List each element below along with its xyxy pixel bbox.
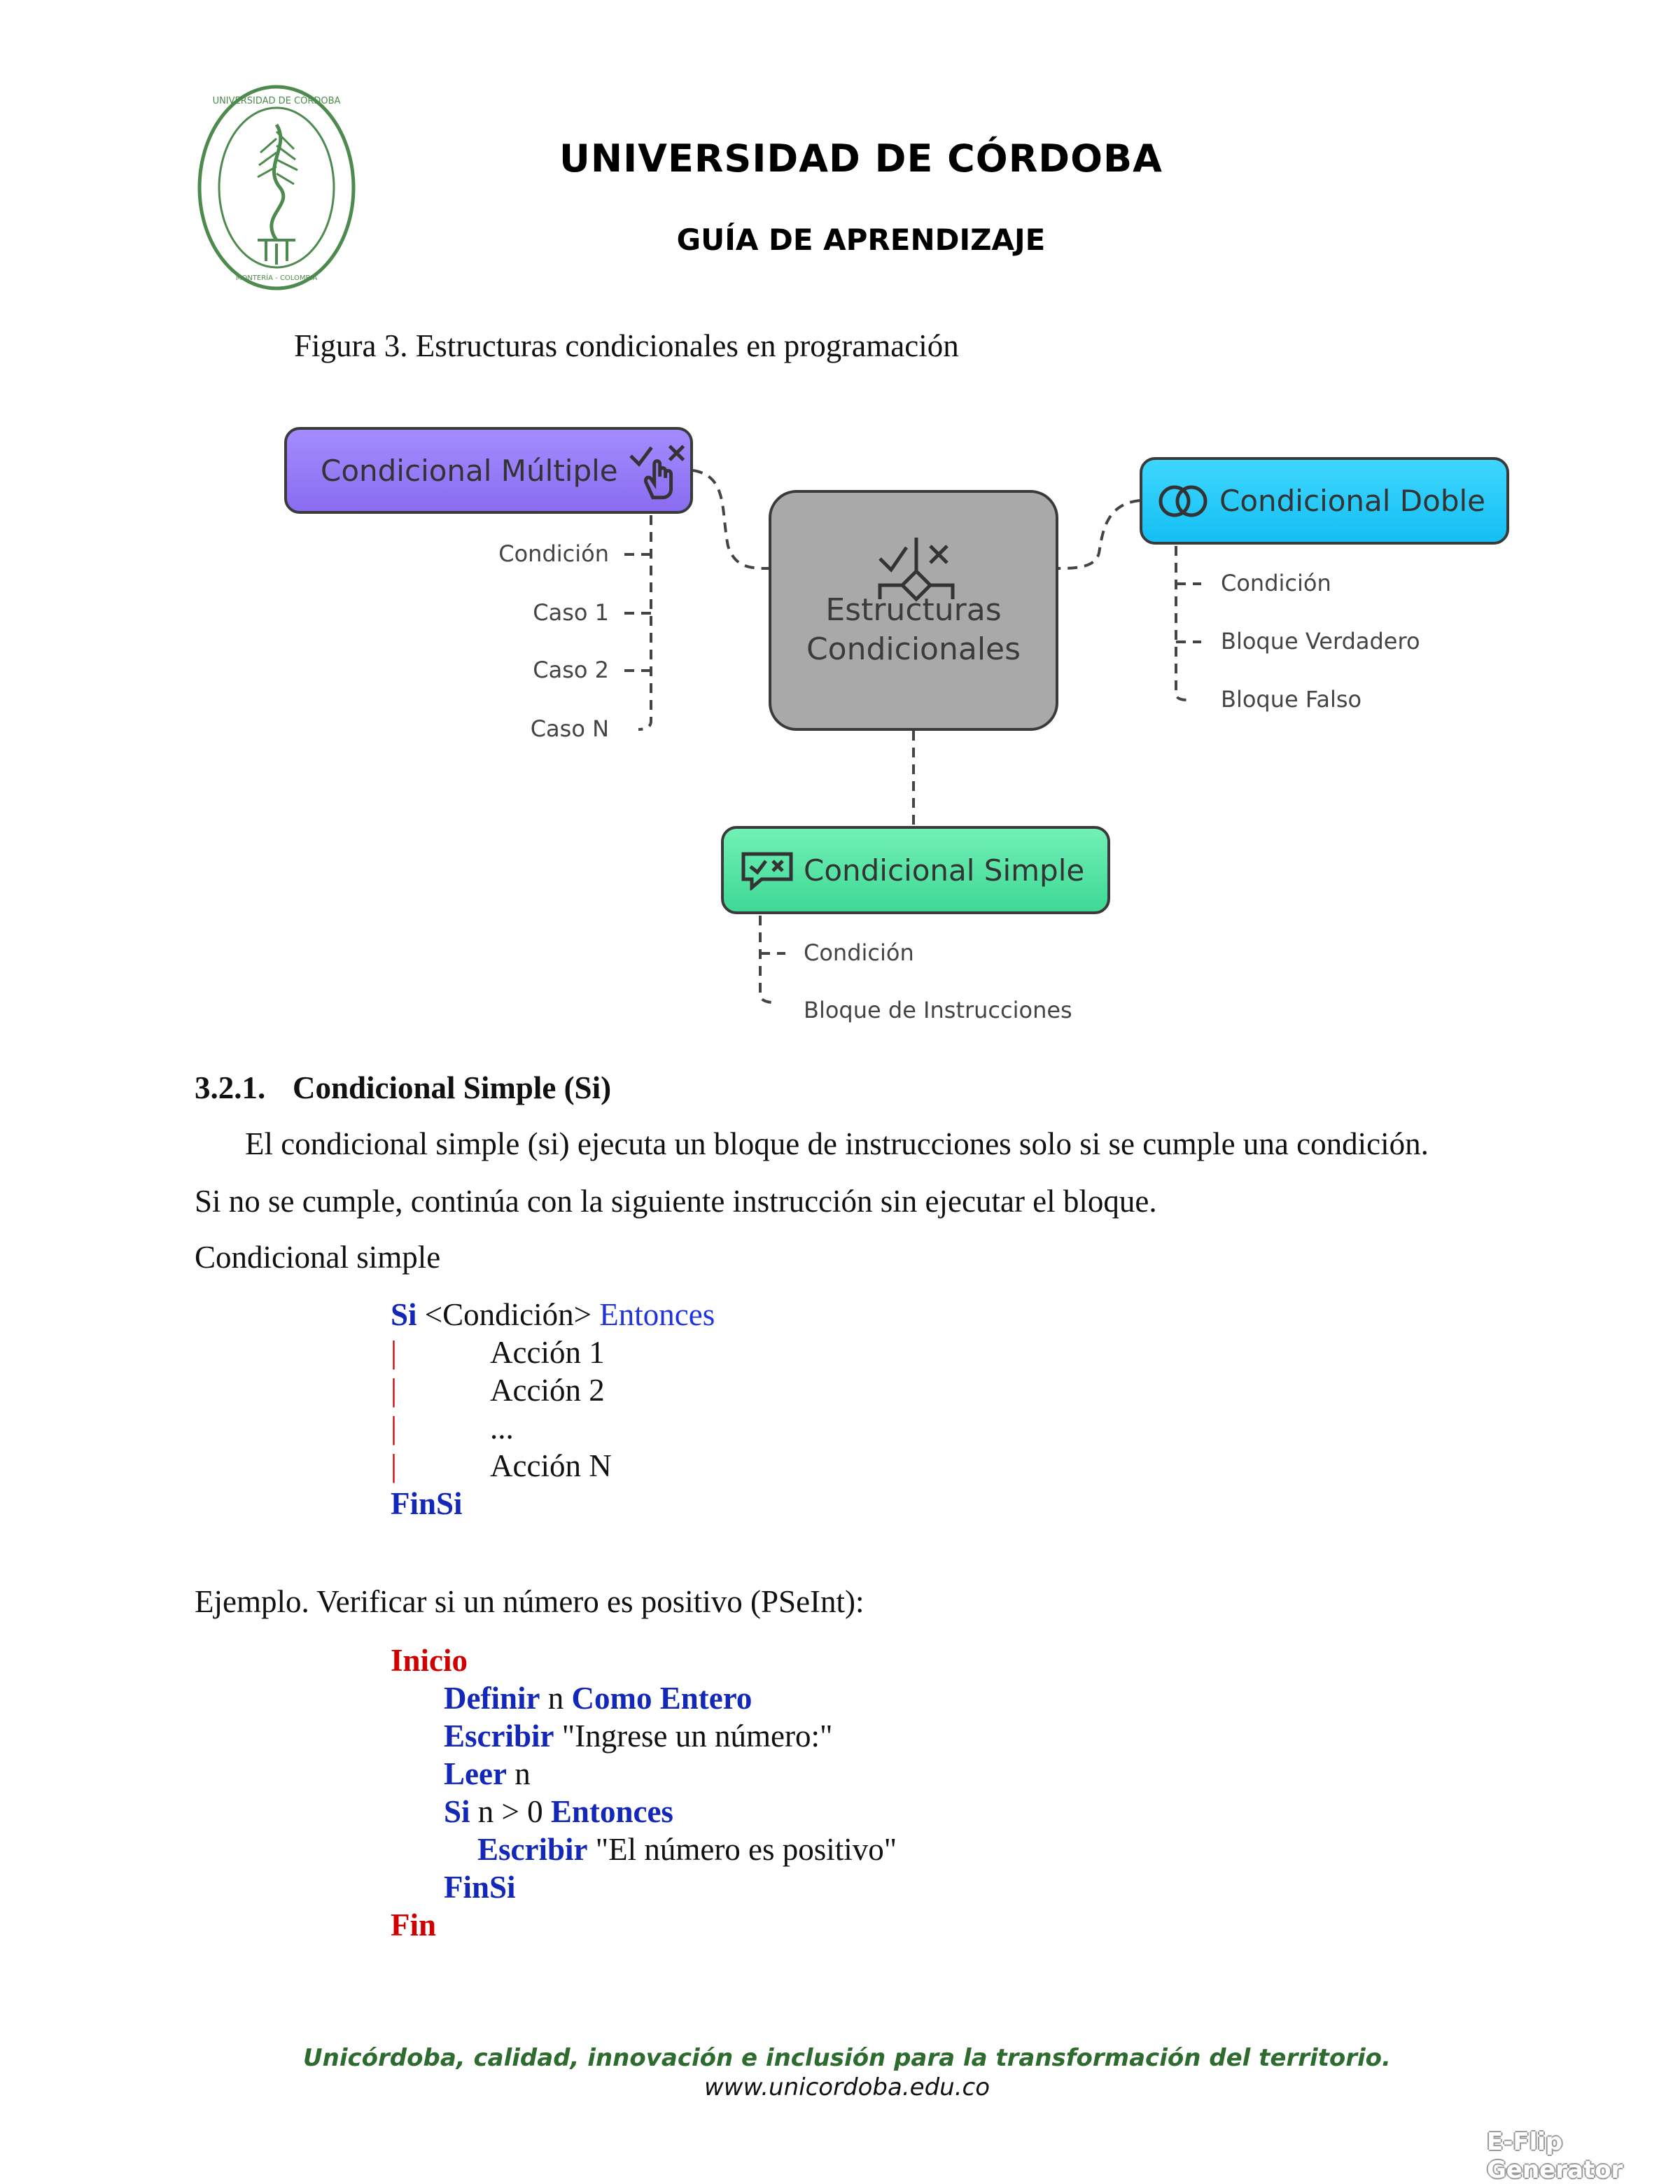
leaf-multiple-caso-n: Caso N <box>530 715 609 742</box>
code-finsi: FinSi <box>444 1870 516 1905</box>
code-var: n <box>514 1756 531 1791</box>
hand-pointer-icon <box>629 444 685 500</box>
footer-url[interactable]: www.unicordoba.edu.co <box>0 2073 1680 2101</box>
node-multiple-label: Condicional Múltiple <box>321 453 618 488</box>
check-cross-screen-icon <box>741 852 793 890</box>
leaf-multiple-caso-2: Caso 2 <box>533 657 609 683</box>
node-condicional-simple: Condicional Simple <box>721 826 1110 914</box>
keyword-si: Si <box>444 1794 470 1829</box>
code-line-escribir-result: Escribir "El número es positivo" <box>477 1831 897 1868</box>
syntax-bar: | <box>391 1335 398 1370</box>
code-line-si: Si n > 0 Entonces <box>444 1793 673 1830</box>
leaf-double-condicion: Condición <box>1221 570 1331 596</box>
leaf-simple-condicion: Condición <box>804 939 914 966</box>
node-condicional-multiple: Condicional Múltiple <box>284 427 693 514</box>
syntax-condition: <Condición> <box>424 1297 592 1332</box>
code-var: n <box>547 1681 564 1716</box>
university-seal-logo: UNIVERSIDAD DE CÓRDOBA MONTERÍA - COLOMB… <box>196 83 357 293</box>
mind-map-diagram: Estructuras Condicionales Condicional Mú… <box>0 392 1680 1050</box>
university-title: UNIVERSIDAD DE CÓRDOBA <box>559 136 1163 181</box>
keyword-leer: Leer <box>444 1756 507 1791</box>
code-inicio: Inicio <box>391 1643 468 1678</box>
syntax-action: Acción 1 <box>490 1335 605 1370</box>
syntax-action: Acción 2 <box>490 1373 605 1408</box>
syntax-bar: | <box>391 1373 398 1408</box>
node-double-label: Condicional Doble <box>1219 484 1486 518</box>
paragraph-line-1: El condicional simple (si) ejecuta un bl… <box>245 1126 1429 1161</box>
figure-caption: Figura 3. Estructuras condicionales en p… <box>294 328 959 363</box>
keyword-escribir: Escribir <box>477 1832 588 1867</box>
code-line-leer: Leer n <box>444 1756 531 1792</box>
syntax-label: Condicional simple <box>195 1240 441 1275</box>
code-string: "Ingrese un número:" <box>561 1718 833 1754</box>
section-heading: 3.2.1. Condicional Simple (Si) <box>195 1070 611 1106</box>
watermark: E-Flip Generator <box>1487 2128 1623 2184</box>
leaf-double-bloque-verdadero: Bloque Verdadero <box>1221 628 1420 654</box>
keyword-definir: Definir <box>444 1681 540 1716</box>
leaf-multiple-condicion: Condición <box>498 540 609 567</box>
syntax-bar: | <box>391 1410 398 1446</box>
example-label: Ejemplo. Verificar si un número es posit… <box>195 1584 864 1619</box>
center-node-estructuras-condicionales: Estructuras Condicionales <box>769 490 1058 731</box>
footer-slogan: Unicórdoba, calidad, innovación e inclus… <box>303 2044 1391 2072</box>
keyword-entonces: Entonces <box>550 1794 673 1829</box>
code-line-definir: Definir n Como Entero <box>444 1680 752 1716</box>
leaf-double-bloque-falso: Bloque Falso <box>1221 686 1362 713</box>
keyword-entonces: Entonces <box>599 1297 715 1332</box>
code-fin: Fin <box>391 1907 437 1942</box>
code-line-escribir-prompt: Escribir "Ingrese un número:" <box>444 1718 832 1754</box>
paragraph-line-2: Si no se cumple, continúa con la siguien… <box>195 1184 1157 1219</box>
keyword-como-entero: Como Entero <box>571 1681 752 1716</box>
node-condicional-doble: Condicional Doble <box>1140 457 1509 545</box>
keyword-escribir: Escribir <box>444 1718 554 1754</box>
syntax-action: Acción N <box>490 1448 612 1483</box>
guide-title: GUÍA DE APRENDIZAJE <box>676 223 1046 257</box>
syntax-bar: | <box>391 1448 398 1483</box>
section-title: Condicional Simple (Si) <box>293 1070 612 1105</box>
seal-text-bottom: MONTERÍA - COLOMBIA <box>236 273 317 282</box>
section-number: 3.2.1. <box>195 1070 266 1105</box>
code-string: "El número es positivo" <box>595 1832 897 1867</box>
node-simple-label: Condicional Simple <box>804 853 1085 888</box>
overlapping-circles-icon <box>1158 485 1208 517</box>
syntax-action: ... <box>490 1410 514 1446</box>
leaf-simple-bloque-instrucciones: Bloque de Instrucciones <box>804 997 1072 1023</box>
syntax-line-si: Si <Condición> Entonces <box>391 1296 715 1333</box>
decision-icon <box>878 538 955 602</box>
seal-text-top: UNIVERSIDAD DE CÓRDOBA <box>213 95 341 106</box>
code-condition: n > 0 <box>477 1794 543 1829</box>
keyword-finsi: FinSi <box>391 1486 463 1521</box>
leaf-multiple-caso-1: Caso 1 <box>533 599 609 626</box>
keyword-si: Si <box>391 1297 417 1332</box>
